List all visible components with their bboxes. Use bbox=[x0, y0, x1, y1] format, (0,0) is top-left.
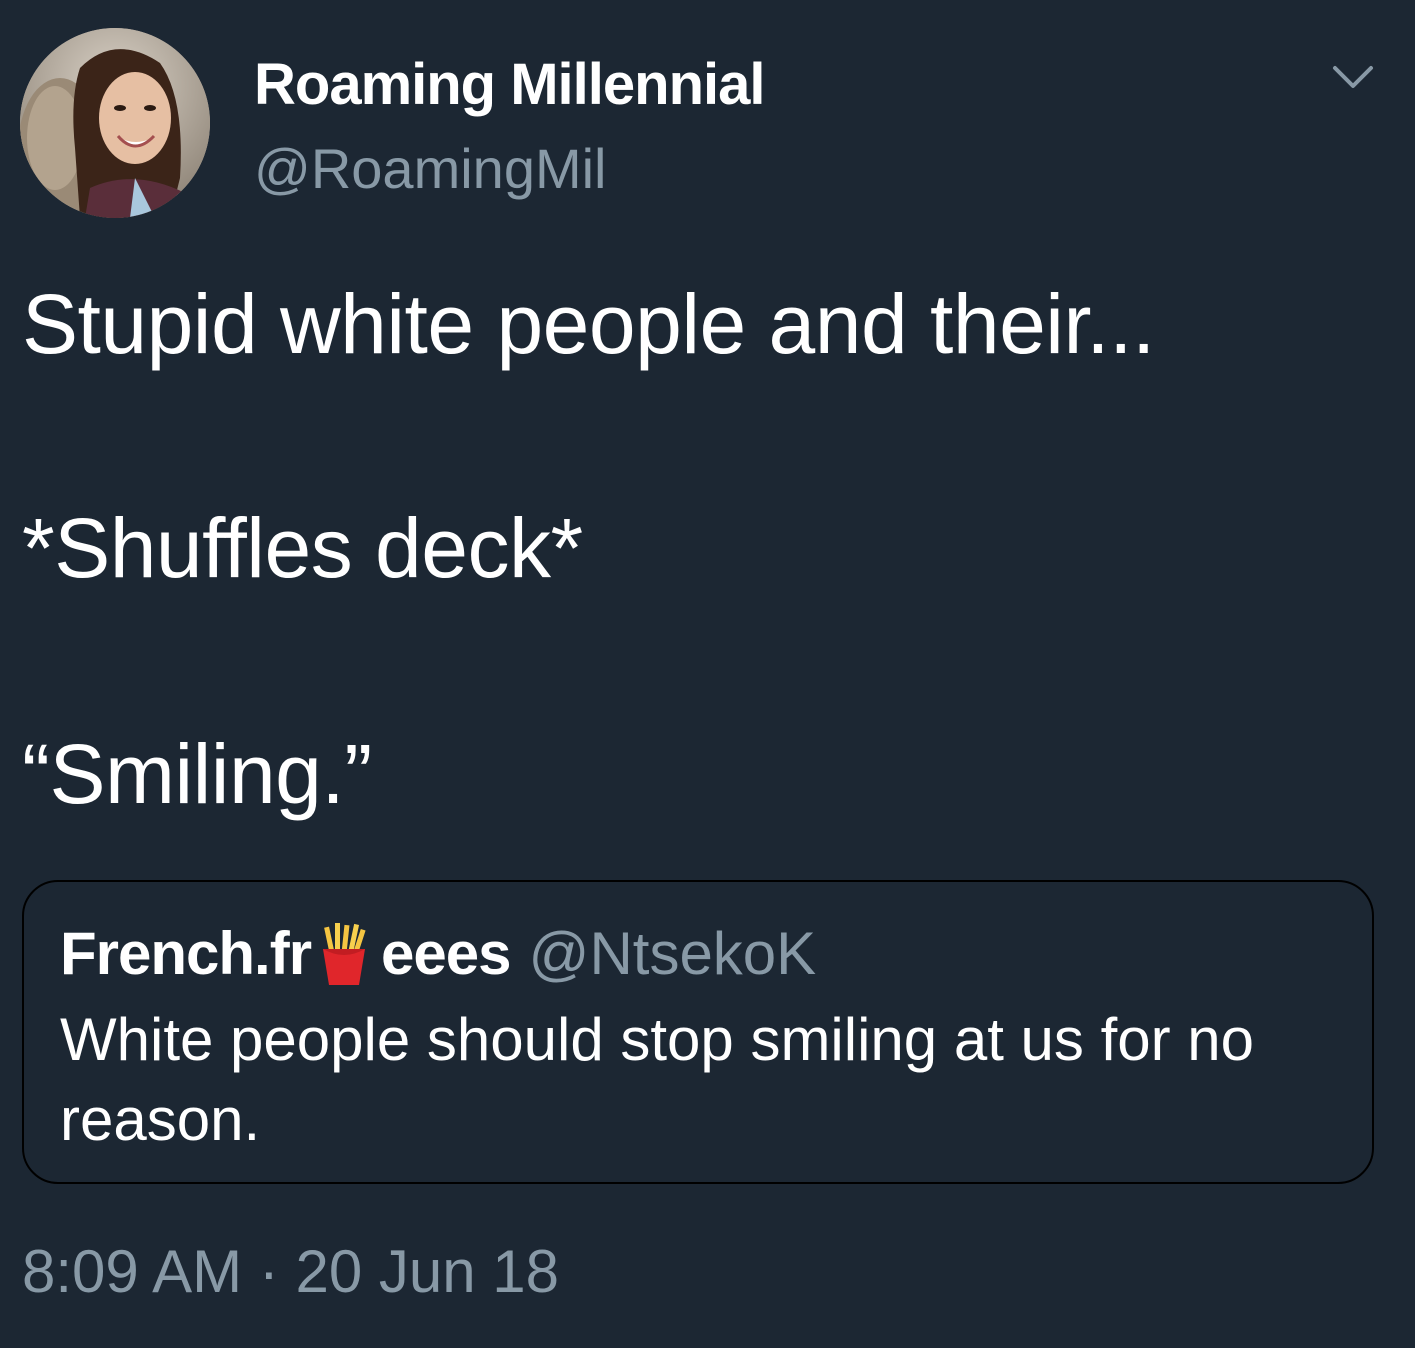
timestamp-time: 8:09 AM bbox=[22, 1238, 243, 1305]
avatar[interactable] bbox=[20, 28, 210, 218]
quoted-tweet-card[interactable]: French.fr eees @NtsekoK White people sho… bbox=[22, 880, 1374, 1184]
quoted-tweet-text: White people should stop smiling at us f… bbox=[60, 1006, 1254, 1153]
tweet-timestamp[interactable]: 8:09 AM · 20 Jun 18 bbox=[22, 1236, 559, 1308]
timestamp-date: 20 Jun 18 bbox=[295, 1238, 560, 1305]
quoted-author-name-part2: eees bbox=[381, 920, 511, 987]
author-handle[interactable]: @RoamingMil bbox=[254, 136, 607, 202]
french-fries-icon bbox=[317, 921, 371, 987]
tweet: Roaming Millennial @RoamingMil Stupid wh… bbox=[0, 0, 1415, 1348]
tweet-text-line-2: *Shuffles deck* bbox=[22, 501, 583, 595]
quoted-tweet-header: French.fr eees @NtsekoK bbox=[60, 918, 816, 990]
author-display-name[interactable]: Roaming Millennial bbox=[254, 52, 765, 118]
profile-photo-icon bbox=[20, 28, 210, 218]
chevron-down-icon[interactable] bbox=[1331, 62, 1375, 92]
tweet-text-line-3: “Smiling.” bbox=[22, 727, 372, 821]
quoted-author-handle: @NtsekoK bbox=[528, 920, 817, 987]
timestamp-separator: · bbox=[258, 1238, 279, 1305]
tweet-text-line-1: Stupid white people and their... bbox=[22, 277, 1155, 371]
quoted-author-name-part1: French.fr bbox=[60, 920, 312, 987]
